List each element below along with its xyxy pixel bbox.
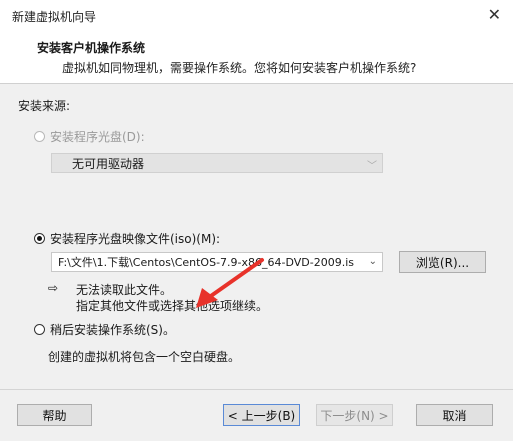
chevron-down-icon[interactable]: ⌄ <box>369 256 377 267</box>
next-button[interactable]: 下一步(N) > <box>316 404 393 426</box>
arrow-right-icon: ⇨ <box>48 281 59 295</box>
disc-option-row[interactable]: 安装程序光盘(D): <box>34 128 145 145</box>
iso-option-label: 安装程序光盘映像文件(iso)(M): <box>50 232 221 246</box>
disc-drive-value: 无可用驱动器 <box>72 156 145 171</box>
back-button[interactable]: < 上一步(B) <box>223 404 300 426</box>
later-option-row[interactable]: 稍后安装操作系统(S)。 <box>34 321 175 338</box>
disc-drive-select[interactable]: 无可用驱动器 ﹀ <box>51 153 383 173</box>
close-icon[interactable]: ✕ <box>488 5 501 24</box>
disc-option-label: 安装程序光盘(D): <box>50 130 145 144</box>
later-description: 创建的虚拟机将包含一个空白硬盘。 <box>48 350 241 364</box>
warning-line-1: 无法读取此文件。 <box>76 283 173 297</box>
title-bar: 新建虚拟机向导 ✕ <box>0 0 513 32</box>
help-button[interactable]: 帮助 <box>17 404 92 426</box>
disc-radio[interactable] <box>34 131 45 142</box>
install-source-label: 安装来源: <box>18 99 71 113</box>
header-subtitle: 虚拟机如同物理机，需要操作系统。您将如何安装客户机操作系统? <box>62 61 417 75</box>
window-title: 新建虚拟机向导 <box>12 10 97 24</box>
cancel-button[interactable]: 取消 <box>416 404 493 426</box>
later-radio[interactable] <box>34 324 45 335</box>
chevron-down-icon: ﹀ <box>367 161 377 172</box>
wizard-header: 安装客户机操作系统 虚拟机如同物理机，需要操作系统。您将如何安装客户机操作系统? <box>0 31 513 84</box>
wizard-body: 安装来源: 安装程序光盘(D): 无可用驱动器 ﹀ 安装程序光盘映像文件(iso… <box>0 84 513 389</box>
browse-button[interactable]: 浏览(R)... <box>399 251 486 273</box>
iso-radio[interactable] <box>34 233 45 244</box>
later-option-label: 稍后安装操作系统(S)。 <box>50 323 175 337</box>
annotation-arrow-icon <box>196 258 264 308</box>
wizard-footer: 帮助 < 上一步(B) 下一步(N) > 取消 <box>0 389 513 441</box>
header-title: 安装客户机操作系统 <box>37 41 146 55</box>
iso-option-row[interactable]: 安装程序光盘映像文件(iso)(M): <box>34 230 220 247</box>
